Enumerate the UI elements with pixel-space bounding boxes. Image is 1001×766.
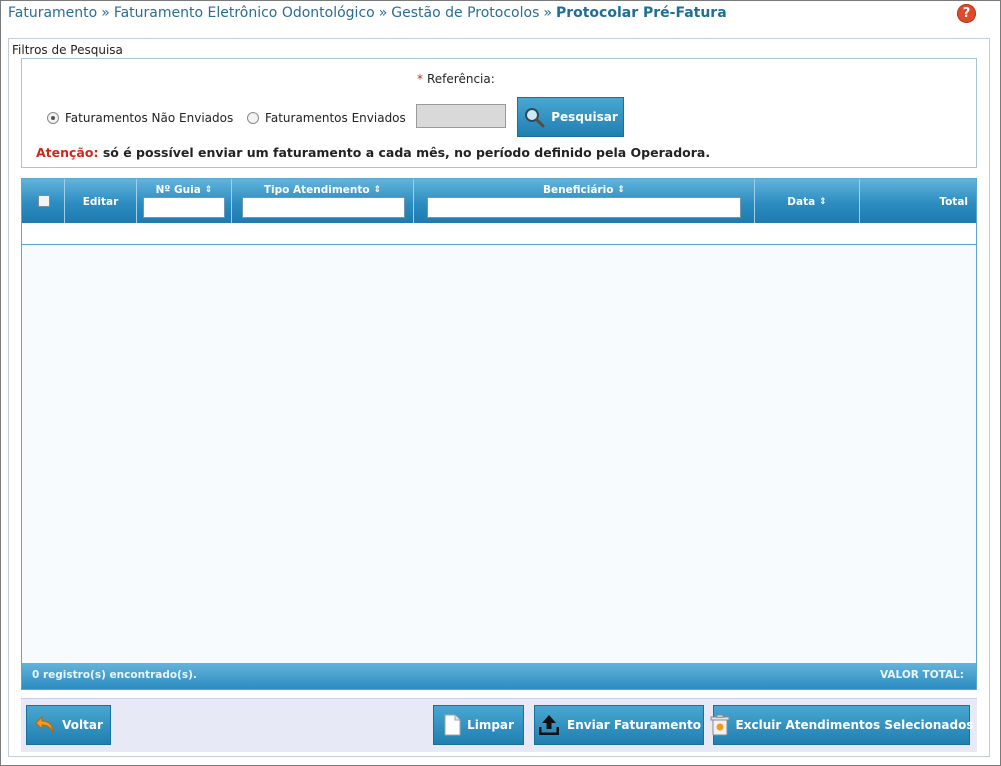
table-header: Editar Nº Guia ⇕ Tipo Atendimento ⇕ Benefi…: [22, 179, 976, 223]
header-total-label: Total: [939, 196, 968, 208]
sort-icon: ⇕: [617, 184, 625, 195]
search-button[interactable]: Pesquisar: [517, 97, 624, 137]
header-data-sort[interactable]: Data ⇕: [755, 196, 859, 208]
breadcrumb-item-gestao-protocolos[interactable]: Gestão de Protocolos: [391, 5, 539, 21]
reference-label-text: Referência:: [427, 72, 495, 86]
tipo-atendimento-filter-input[interactable]: [242, 197, 405, 218]
numero-guia-filter-input[interactable]: [143, 197, 225, 218]
header-numero-guia: Nº Guia ⇕: [137, 179, 232, 223]
blank-page-icon: [443, 714, 461, 736]
header-tipo-atendimento-sort[interactable]: Tipo Atendimento ⇕: [232, 184, 413, 196]
help-icon[interactable]: ?: [957, 4, 976, 23]
reference-label: * Referência:: [417, 72, 495, 86]
breadcrumb-separator: »: [101, 5, 110, 21]
trash-icon: [710, 714, 730, 736]
breadcrumb-separator: »: [378, 5, 388, 21]
attention-notice: Atenção: só é possível enviar um faturam…: [36, 145, 710, 160]
reference-input[interactable]: [416, 104, 506, 128]
header-tipo-atendimento-label: Tipo Atendimento: [263, 184, 370, 196]
header-beneficiario-label: Beneficiário: [543, 184, 614, 196]
send-billing-button-label: Enviar Faturamento: [567, 718, 701, 732]
breadcrumb-item-faturamento-eletronico[interactable]: Faturamento Eletrônico Odontológico: [114, 5, 375, 21]
header-editar: Editar: [65, 179, 137, 223]
breadcrumb-separator: »: [543, 5, 552, 21]
back-button[interactable]: Voltar: [26, 705, 111, 745]
attention-label: Atenção:: [36, 145, 99, 160]
header-data-label: Data: [787, 196, 816, 208]
select-all-checkbox[interactable]: [38, 195, 50, 207]
clear-button-label: Limpar: [467, 718, 514, 732]
total-value-label: VALOR TOTAL:: [880, 669, 964, 681]
header-beneficiario: Beneficiário ⇕: [414, 179, 755, 223]
header-total: Total: [860, 179, 976, 223]
required-mark: *: [417, 72, 423, 86]
filters-title: Filtros de Pesquisa: [12, 43, 123, 57]
header-data: Data ⇕: [755, 179, 860, 223]
results-table: Editar Nº Guia ⇕ Tipo Atendimento ⇕ Benefi…: [21, 178, 977, 690]
radio-not-sent-label[interactable]: Faturamentos Não Enviados: [65, 111, 233, 125]
send-billing-button[interactable]: Enviar Faturamento: [534, 705, 704, 745]
radio-not-sent[interactable]: [47, 111, 59, 124]
radio-sent-label[interactable]: Faturamentos Enviados: [265, 111, 406, 125]
header-numero-guia-sort[interactable]: Nº Guia ⇕: [137, 184, 231, 196]
breadcrumb-item-faturamento[interactable]: Faturamento: [8, 5, 97, 21]
header-numero-guia-label: Nº Guia: [155, 184, 201, 196]
back-arrow-icon: [34, 715, 56, 735]
magnifier-icon: [523, 106, 545, 128]
table-footer: 0 registro(s) encontrado(s). VALOR TOTAL…: [22, 663, 976, 689]
status-radio-group: Faturamentos Não Enviados Faturamentos E…: [47, 110, 416, 125]
beneficiario-filter-input[interactable]: [427, 197, 741, 218]
record-count: 0 registro(s) encontrado(s).: [32, 669, 197, 681]
header-beneficiario-sort[interactable]: Beneficiário ⇕: [414, 184, 754, 196]
sort-icon: ⇕: [373, 184, 382, 195]
breadcrumb-current: Protocolar Pré-Fatura: [555, 5, 727, 21]
delete-selected-button-label: Excluir Atendimentos Selecionados: [735, 718, 974, 732]
table-row: [22, 223, 976, 245]
upload-icon: [537, 714, 561, 736]
sort-icon: ⇕: [204, 184, 213, 195]
header-tipo-atendimento: Tipo Atendimento ⇕: [232, 179, 414, 223]
search-button-label: Pesquisar: [551, 110, 618, 124]
header-editar-label: Editar: [82, 196, 119, 208]
clear-button[interactable]: Limpar: [433, 705, 524, 745]
header-select-all: [22, 179, 65, 223]
breadcrumb: Faturamento» Faturamento Eletrônico Odont…: [8, 5, 727, 21]
delete-selected-button[interactable]: Excluir Atendimentos Selecionados: [710, 705, 973, 745]
radio-sent[interactable]: [247, 111, 260, 124]
back-button-label: Voltar: [62, 718, 103, 732]
sort-icon: ⇕: [819, 196, 827, 207]
attention-text: só é possível enviar um faturamento a ca…: [102, 145, 711, 160]
